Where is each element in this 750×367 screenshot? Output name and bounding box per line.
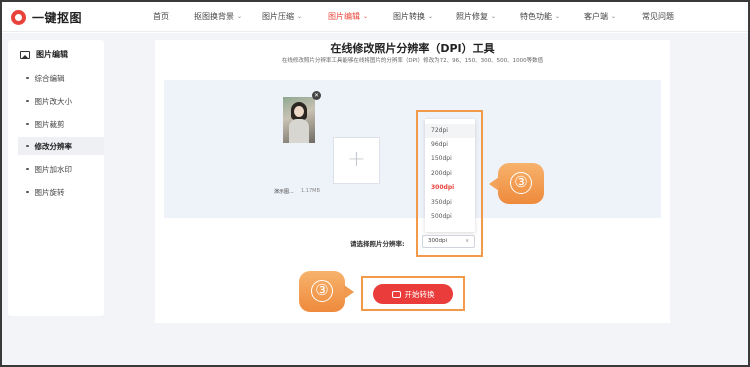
highlight-box-dropdown [416,110,483,257]
chevron-down-icon: ⌄ [297,13,303,20]
page-subtitle: 在线修改照片分辨率工具能够在线将图片的分辨率（DPI）修改为72、96、150、… [281,58,544,64]
nav-item-repair[interactable]: 照片修复 ⌄ [456,11,496,22]
file-size: 1.17MB [301,188,320,194]
chevron-down-icon: ⌄ [428,13,434,20]
image-thumbnail[interactable] [283,97,315,143]
chevron-down-icon: ⌄ [237,13,243,20]
nav-item-cutout[interactable]: 抠图换背景 ⌄ [194,11,242,22]
logo-icon [11,10,26,25]
step-number: ③ [311,280,333,302]
nav-item-compress[interactable]: 图片压缩 ⌄ [262,11,302,22]
page-title: 在线修改照片分辨率（DPI）工具 [330,42,495,55]
nav-item-home[interactable]: 首页 [153,11,169,22]
sidebar-title: 图片编辑 [20,49,68,60]
chevron-down-icon: ⌄ [363,13,369,20]
resolution-label: 请选择照片分辨率: [350,240,405,248]
nav-item-convert[interactable]: 图片转换 ⌄ [393,11,433,22]
step-number: ③ [510,172,532,194]
remove-image-icon[interactable]: ✕ [312,91,321,100]
sidebar-item-resize[interactable]: 图片改大小 [18,92,104,110]
top-header: 一键抠图 首页 抠图换背景 ⌄ 图片压缩 ⌄ 图片编辑 ⌄ 图片转换 ⌄ 照片修复 ⌄ 特… [2,2,748,32]
chevron-down-icon: ⌄ [555,13,561,20]
start-convert-button[interactable]: 开始转换 [373,284,453,304]
nav-item-features[interactable]: 特色功能 ⌄ [520,11,560,22]
bullet-icon [26,99,29,103]
file-name: 演示图... [274,189,294,195]
step-callout: ③ [489,163,544,204]
sidebar: 图片编辑 综合编辑 图片改大小 图片裁剪 修改分辨率 图片加水印 图片旋转 [8,40,104,316]
upload-area[interactable]: 演示图... 1.17MB + [164,80,661,218]
image-icon [20,50,30,59]
chevron-down-icon: ⌄ [491,13,497,20]
bullet-icon [26,76,29,80]
sidebar-item-general-edit[interactable]: 综合编辑 [18,69,104,87]
bullet-icon [26,144,29,148]
bullet-icon [26,122,29,126]
convert-icon [391,290,401,298]
step-callout: ③ [299,271,354,312]
logo[interactable]: 一键抠图 [11,9,82,26]
bullet-icon [26,167,29,171]
logo-text: 一键抠图 [32,11,83,25]
nav-item-edit[interactable]: 图片编辑 ⌄ [328,11,368,22]
sidebar-item-rotate[interactable]: 图片旋转 [18,183,104,201]
add-image-button[interactable]: + [333,137,380,184]
sidebar-item-resolution[interactable]: 修改分辨率 [18,137,104,155]
nav-item-client[interactable]: 客户端 ⌄ [584,11,616,22]
sidebar-item-watermark[interactable]: 图片加水印 [18,160,104,178]
chevron-down-icon: ⌄ [611,13,617,20]
bullet-icon [26,190,29,194]
nav-item-faq[interactable]: 常见问题 [642,11,674,22]
sidebar-item-crop[interactable]: 图片裁剪 [18,115,104,133]
